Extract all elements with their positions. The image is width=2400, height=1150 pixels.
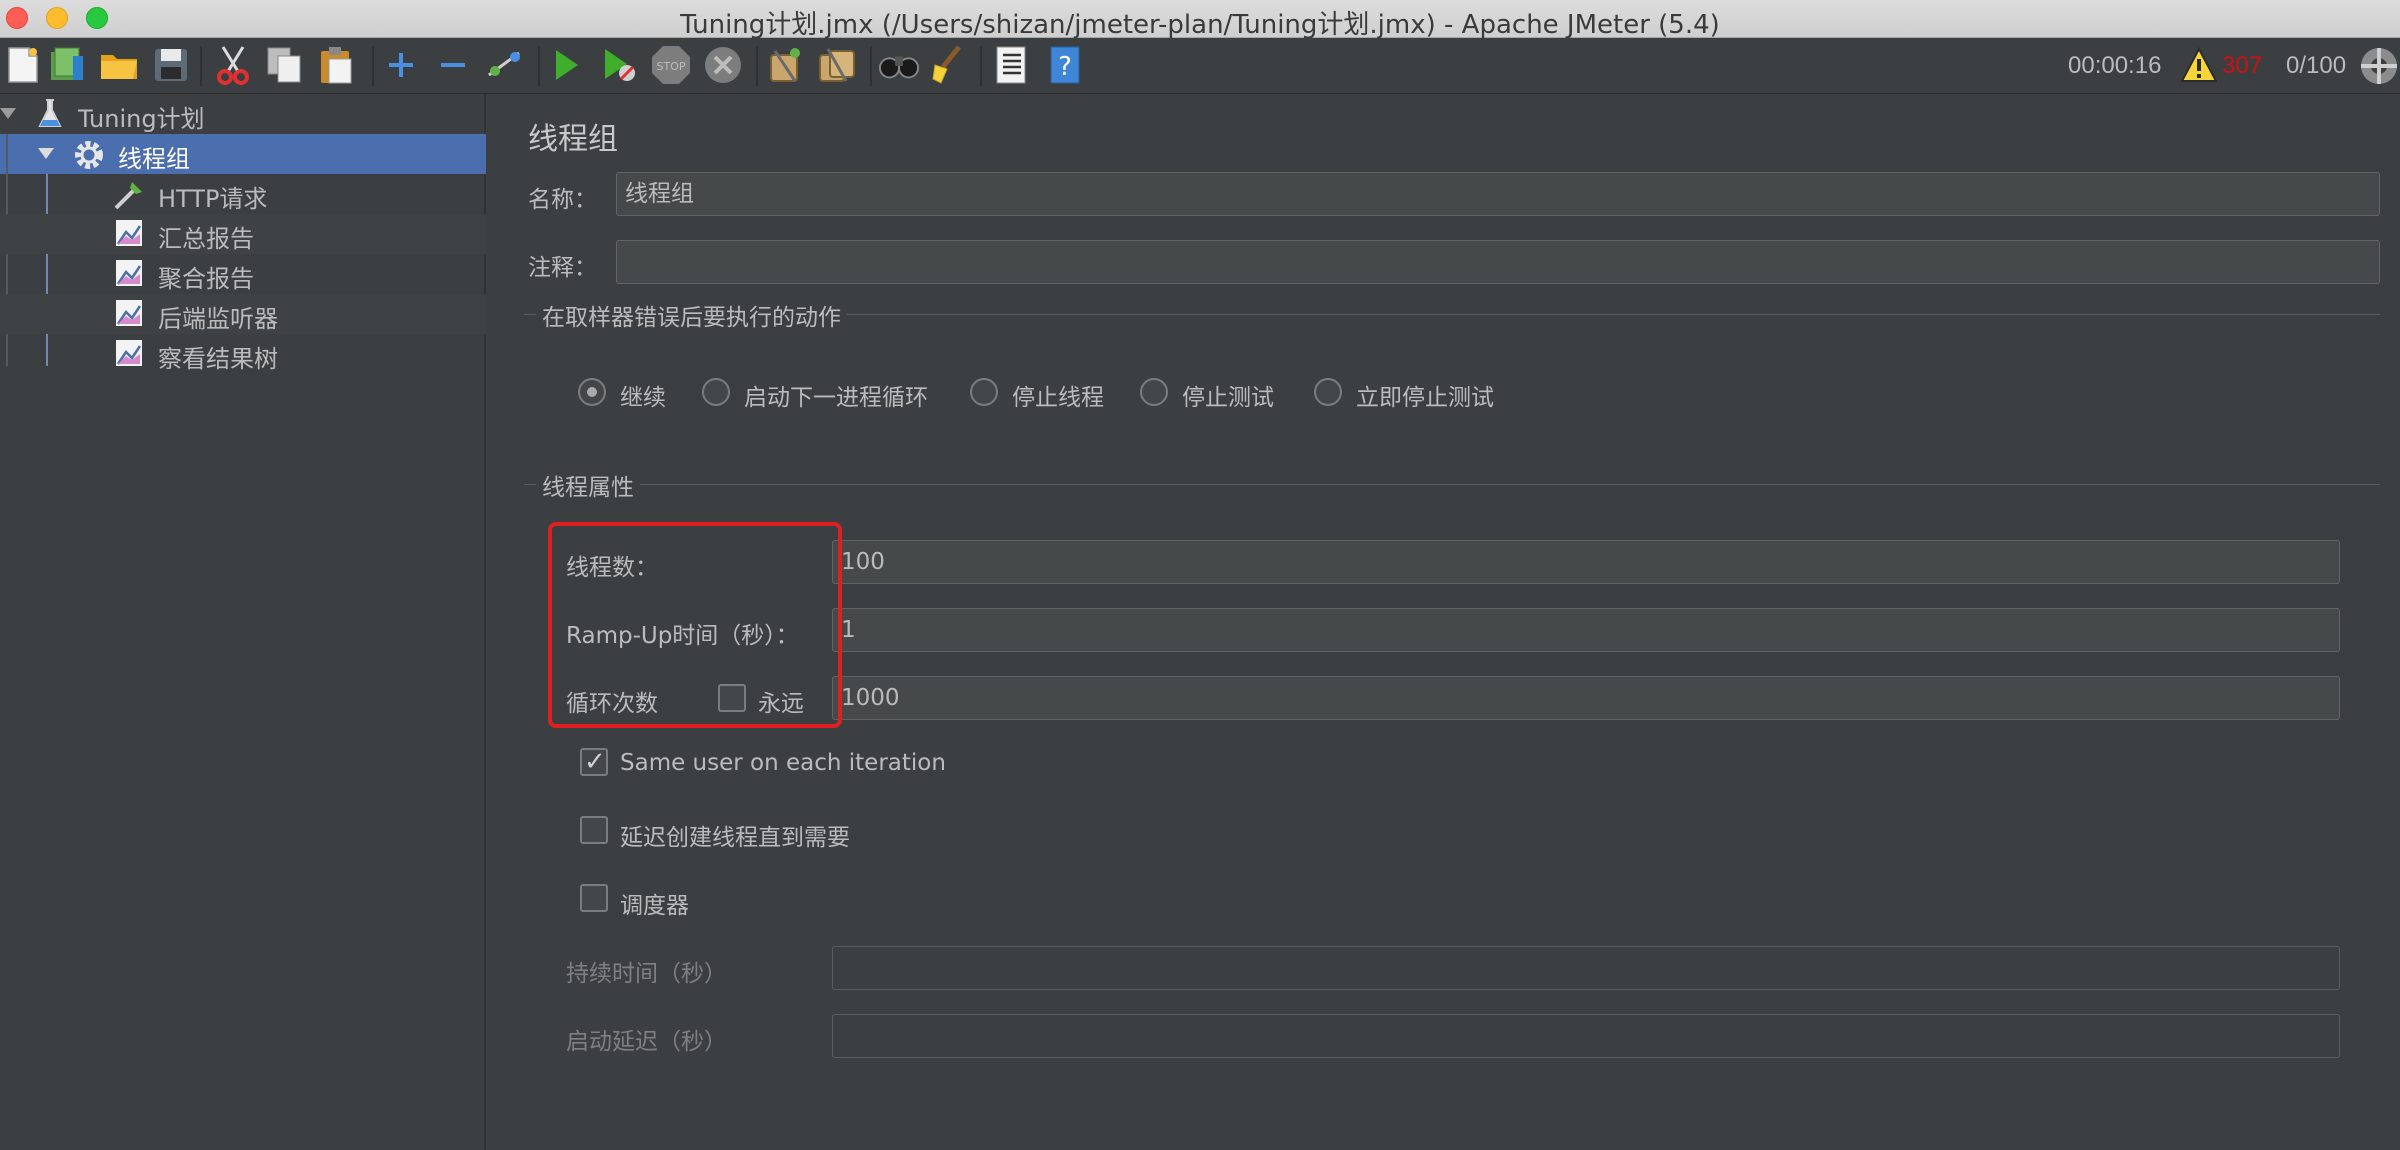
radio-label: 启动下一进程循环	[744, 385, 928, 411]
tree-item-label: 后端监听器	[158, 305, 278, 333]
same-user-checkbox[interactable]: ✓	[580, 746, 608, 776]
checkmark-icon: ✓	[584, 746, 606, 776]
radio-stop-thread[interactable]	[970, 378, 998, 406]
tree-item-label: HTTP请求	[158, 185, 268, 213]
tree-item-http-request[interactable]: HTTP请求	[0, 174, 486, 214]
radio-start-next-loop[interactable]	[702, 378, 730, 406]
templates-icon[interactable]	[46, 44, 88, 86]
error-action-section-title: 在取样器错误后要执行的动作	[536, 298, 847, 332]
page-title: 线程组	[528, 122, 618, 157]
svg-text:?: ?	[1058, 52, 1072, 82]
start-icon[interactable]	[546, 44, 588, 86]
tree-item-thread-group[interactable]: 线程组	[0, 134, 486, 174]
scheduler-checkbox[interactable]	[580, 884, 608, 912]
thread-properties-section-title: 线程属性	[536, 468, 640, 502]
comment-label: 注释：	[528, 255, 597, 281]
toolbar-separator	[980, 46, 982, 86]
delay-thread-creation-checkbox[interactable]	[580, 816, 608, 844]
toggle-icon[interactable]	[484, 44, 526, 86]
radio-stop-test[interactable]	[1140, 378, 1168, 406]
open-icon[interactable]	[98, 44, 140, 86]
radio-label: 停止测试	[1182, 385, 1274, 411]
window-title: Tuning计划.jmx (/Users/shizan/jmeter-plan/…	[680, 10, 1720, 40]
radio-continue[interactable]	[578, 378, 606, 406]
graph-icon	[114, 338, 146, 370]
expand-icon[interactable]	[380, 44, 422, 86]
section-divider	[524, 484, 2380, 485]
search-icon[interactable]	[878, 44, 920, 86]
collapse-arrow-icon[interactable]	[38, 148, 54, 159]
tree-item-label: 聚合报告	[158, 265, 254, 293]
toolbar-separator	[756, 46, 758, 86]
toolbar-separator	[538, 46, 540, 86]
tree-item-backend-listener[interactable]: 后端监听器	[0, 294, 486, 334]
radio-label: 立即停止测试	[1356, 385, 1494, 411]
clear-all-icon[interactable]	[816, 44, 858, 86]
stop-icon[interactable]: STOP	[650, 44, 692, 86]
clear-icon[interactable]	[764, 44, 806, 86]
name-input[interactable]: 线程组	[616, 172, 2380, 216]
loop-count-input[interactable]: 1000	[832, 676, 2340, 720]
duration-label: 持续时间（秒）	[566, 961, 727, 987]
gear-icon	[72, 138, 104, 170]
copy-icon[interactable]	[264, 44, 306, 86]
tree-item-test-plan[interactable]: Tuning计划	[0, 94, 486, 134]
reset-search-icon[interactable]	[928, 44, 970, 86]
highlight-annotation	[548, 522, 842, 728]
svg-text:STOP: STOP	[657, 60, 686, 73]
flask-icon	[34, 98, 66, 130]
window-titlebar: Tuning计划.jmx (/Users/shizan/jmeter-plan/…	[0, 0, 2400, 40]
duration-input[interactable]	[832, 946, 2340, 990]
graph-icon	[114, 258, 146, 290]
shutdown-icon[interactable]	[702, 44, 744, 86]
name-label: 名称：	[528, 187, 597, 213]
comment-input[interactable]	[616, 240, 2380, 284]
collapse-arrow-icon[interactable]	[0, 108, 16, 119]
rampup-input[interactable]: 1	[832, 608, 2340, 652]
tree-item-summary-report[interactable]: 汇总报告	[0, 214, 486, 254]
collapse-icon[interactable]	[432, 44, 474, 86]
save-icon[interactable]	[150, 44, 192, 86]
startup-delay-label: 启动延迟（秒）	[566, 1029, 727, 1055]
toolbar-separator	[200, 46, 202, 86]
tree-item-label: 汇总报告	[158, 225, 254, 253]
remote-status-icon	[2358, 45, 2400, 87]
start-no-pause-icon[interactable]	[598, 44, 640, 86]
tree-item-aggregate-report[interactable]: 聚合报告	[0, 254, 486, 294]
main-toolbar: STOP ? 00:00:16 307 0/100	[0, 38, 2400, 94]
startup-delay-input[interactable]	[832, 1014, 2340, 1058]
radio-label: 停止线程	[1012, 385, 1104, 411]
graph-icon	[114, 298, 146, 330]
elapsed-timer: 00:00:16	[2068, 52, 2162, 79]
graph-icon	[114, 218, 146, 250]
toolbar-separator	[870, 46, 872, 86]
tree-item-view-results-tree[interactable]: 察看结果树	[0, 334, 486, 374]
error-count[interactable]: 307	[2222, 52, 2262, 80]
cut-icon[interactable]	[212, 44, 254, 86]
pipette-icon	[112, 178, 144, 210]
help-icon[interactable]: ?	[1044, 44, 1086, 86]
toolbar-separator	[372, 46, 374, 86]
tree-item-label: Tuning计划	[78, 105, 205, 133]
warning-icon[interactable]	[2178, 44, 2220, 86]
radio-stop-test-now[interactable]	[1314, 378, 1342, 406]
thread-count-input[interactable]: 100	[832, 540, 2340, 584]
test-plan-tree: Tuning计划 线程组 HTTP请求 汇总报告 聚合报告 后端监听器 察看结果…	[0, 94, 486, 1150]
same-user-label: Same user on each iteration	[620, 750, 946, 776]
delay-thread-creation-label: 延迟创建线程直到需要	[620, 825, 850, 851]
active-threads: 0/100	[2286, 52, 2347, 79]
function-helper-icon[interactable]	[990, 44, 1032, 86]
new-icon[interactable]	[2, 44, 44, 86]
radio-label: 继续	[620, 385, 666, 411]
tree-item-label: 线程组	[118, 145, 190, 173]
paste-icon[interactable]	[316, 44, 358, 86]
scheduler-label: 调度器	[620, 893, 689, 919]
tree-item-label: 察看结果树	[158, 345, 278, 373]
thread-group-panel: 线程组 名称： 线程组 注释： 在取样器错误后要执行的动作 继续 启动下一进程循…	[488, 94, 2400, 1150]
